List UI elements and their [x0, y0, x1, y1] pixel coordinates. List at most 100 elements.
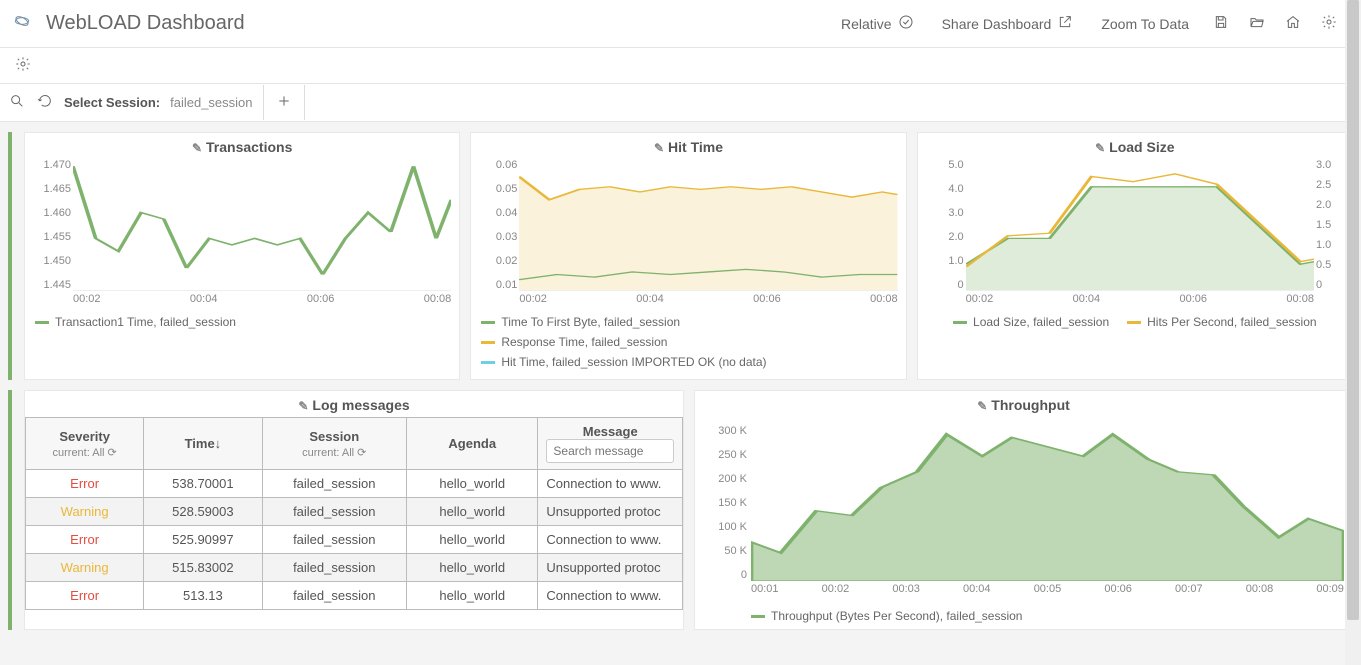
y-axis-labels: 300 K250 K200 K150 K100 K50 K0 [701, 425, 747, 581]
row-handle[interactable] [8, 390, 12, 630]
pencil-icon: ✎ [298, 399, 308, 413]
row-settings-button[interactable] [8, 56, 38, 75]
cell-session: failed_session [262, 582, 407, 610]
save-button[interactable] [1203, 14, 1239, 34]
logo-icon [14, 13, 36, 35]
panel-title-log[interactable]: ✎Log messages [25, 391, 683, 417]
y-axis-labels-left: 5.04.03.02.01.00 [924, 159, 964, 291]
col-session[interactable]: Sessioncurrent: All ⟳ [262, 418, 407, 470]
panel-transactions: ✎Transactions 1.4701.4651.4601.4551.4501… [24, 132, 460, 380]
cell-agenda: hello_world [407, 582, 538, 610]
share-dashboard-button[interactable]: Share Dashboard [928, 14, 1088, 33]
legend-item[interactable]: Transaction1 Time, failed_session [35, 315, 449, 329]
chart-load-size[interactable]: 5.04.03.02.01.00 3.02.52.01.51.00.50 00:… [918, 159, 1352, 309]
x-axis-labels: 00:0200:0400:0600:08 [73, 293, 451, 309]
col-severity[interactable]: Severitycurrent: All ⟳ [26, 418, 144, 470]
session-value[interactable]: failed_session [170, 95, 252, 110]
panels-row-2: ✎Log messages Severitycurrent: All ⟳ Tim… [0, 380, 1361, 630]
cell-session: failed_session [262, 470, 407, 498]
refresh-icon[interactable] [36, 93, 54, 112]
cell-time: 528.59003 [144, 498, 262, 526]
table-row[interactable]: Error525.90997failed_sessionhello_worldC… [26, 526, 683, 554]
chart-hit-time[interactable]: 0.060.050.040.030.020.01 00:0200:0400:06… [471, 159, 905, 309]
session-bar: Select Session: failed_session [0, 84, 1361, 122]
cell-agenda: hello_world [407, 470, 538, 498]
panel-title-load-size[interactable]: ✎Load Size [918, 133, 1352, 159]
panel-title-transactions[interactable]: ✎Transactions [25, 133, 459, 159]
y-axis-labels-right: 3.02.52.01.51.00.50 [1316, 159, 1346, 291]
table-row[interactable]: Warning528.59003failed_sessionhello_worl… [26, 498, 683, 526]
message-search-input[interactable] [546, 439, 674, 463]
pencil-icon: ✎ [654, 141, 664, 155]
row-handle[interactable] [8, 132, 12, 380]
add-session-button[interactable] [263, 85, 305, 120]
cell-message: Connection to www. [538, 582, 683, 610]
y-axis-labels: 0.060.050.040.030.020.01 [477, 159, 517, 291]
sub-bar [0, 48, 1361, 84]
col-time[interactable]: Time↓ [144, 418, 262, 470]
search-icon[interactable] [8, 93, 26, 112]
refresh-icon: ⟳ [108, 447, 117, 459]
legend-swatch [953, 321, 967, 324]
legend-item[interactable]: Time To First Byte, failed_session [481, 315, 895, 329]
chart-transactions[interactable]: 1.4701.4651.4601.4551.4501.445 00:0200:0… [25, 159, 459, 309]
scrollbar[interactable] [1345, 0, 1361, 665]
panel-title-throughput[interactable]: ✎Throughput [695, 391, 1352, 417]
cell-time: 538.70001 [144, 470, 262, 498]
zoom-label: Zoom To Data [1101, 16, 1189, 32]
col-agenda[interactable]: Agenda [407, 418, 538, 470]
open-folder-button[interactable] [1239, 14, 1275, 34]
pencil-icon: ✎ [1095, 141, 1105, 155]
select-session-label: Select Session: [64, 95, 160, 110]
cell-severity: Warning [26, 498, 144, 526]
external-link-icon [1057, 14, 1073, 33]
cell-session: failed_session [262, 526, 407, 554]
table-header-row: Severitycurrent: All ⟳ Time↓ Sessioncurr… [26, 418, 683, 470]
table-row[interactable]: Warning515.83002failed_sessionhello_worl… [26, 554, 683, 582]
sort-desc-icon: ↓ [215, 436, 222, 451]
app-title[interactable]: WebLOAD Dashboard [46, 12, 245, 35]
check-circle-icon [898, 14, 914, 33]
cell-severity: Warning [26, 554, 144, 582]
panel-title-hit-time[interactable]: ✎Hit Time [471, 133, 905, 159]
share-label: Share Dashboard [942, 16, 1052, 32]
panel-hit-time: ✎Hit Time 0.060.050.040.030.020.01 00:02… [470, 132, 906, 380]
legend-item[interactable]: Response Time, failed_session [481, 335, 895, 349]
scrollbar-thumb[interactable] [1347, 0, 1359, 620]
cell-severity: Error [26, 526, 144, 554]
cell-message: Connection to www. [538, 526, 683, 554]
cell-agenda: hello_world [407, 498, 538, 526]
log-table: Severitycurrent: All ⟳ Time↓ Sessioncurr… [25, 417, 683, 610]
legend-hit-time: Time To First Byte, failed_session Respo… [471, 309, 905, 379]
relative-time-picker[interactable]: Relative [827, 14, 928, 33]
table-row[interactable]: Error538.70001failed_sessionhello_worldC… [26, 470, 683, 498]
cell-time: 525.90997 [144, 526, 262, 554]
pencil-icon: ✎ [192, 141, 202, 155]
legend-swatch [481, 321, 495, 324]
legend-item[interactable]: Hit Time, failed_session IMPORTED OK (no… [481, 355, 895, 369]
settings-button[interactable] [1311, 14, 1347, 34]
legend-item[interactable]: Throughput (Bytes Per Second), failed_se… [771, 609, 1022, 623]
cell-agenda: hello_world [407, 526, 538, 554]
x-axis-labels: 00:0100:0200:0300:0400:0500:0600:0700:08… [751, 583, 1344, 599]
legend-item[interactable]: Load Size, failed_session [953, 315, 1109, 329]
legend-swatch [481, 361, 495, 364]
table-row[interactable]: Error513.13failed_sessionhello_worldConn… [26, 582, 683, 610]
cell-session: failed_session [262, 498, 407, 526]
cell-session: failed_session [262, 554, 407, 582]
panel-load-size: ✎Load Size 5.04.03.02.01.00 3.02.52.01.5… [917, 132, 1353, 380]
chart-throughput[interactable]: 300 K250 K200 K150 K100 K50 K0 00:0100:0… [695, 417, 1352, 607]
refresh-icon: ⟳ [357, 447, 366, 459]
legend-throughput: Throughput (Bytes Per Second), failed_se… [695, 607, 1352, 629]
legend-item[interactable]: Hits Per Second, failed_session [1127, 315, 1316, 329]
x-axis-labels: 00:0200:0400:0600:08 [966, 293, 1314, 309]
cell-message: Unsupported protoc [538, 498, 683, 526]
zoom-to-data-button[interactable]: Zoom To Data [1087, 16, 1203, 32]
home-button[interactable] [1275, 14, 1311, 34]
panels-row-1: ✎Transactions 1.4701.4651.4601.4551.4501… [0, 122, 1361, 380]
panel-log-messages: ✎Log messages Severitycurrent: All ⟳ Tim… [24, 390, 684, 630]
legend-swatch [751, 615, 765, 618]
col-message: Message [538, 418, 683, 470]
top-bar: WebLOAD Dashboard Relative Share Dashboa… [0, 0, 1361, 48]
cell-message: Unsupported protoc [538, 554, 683, 582]
